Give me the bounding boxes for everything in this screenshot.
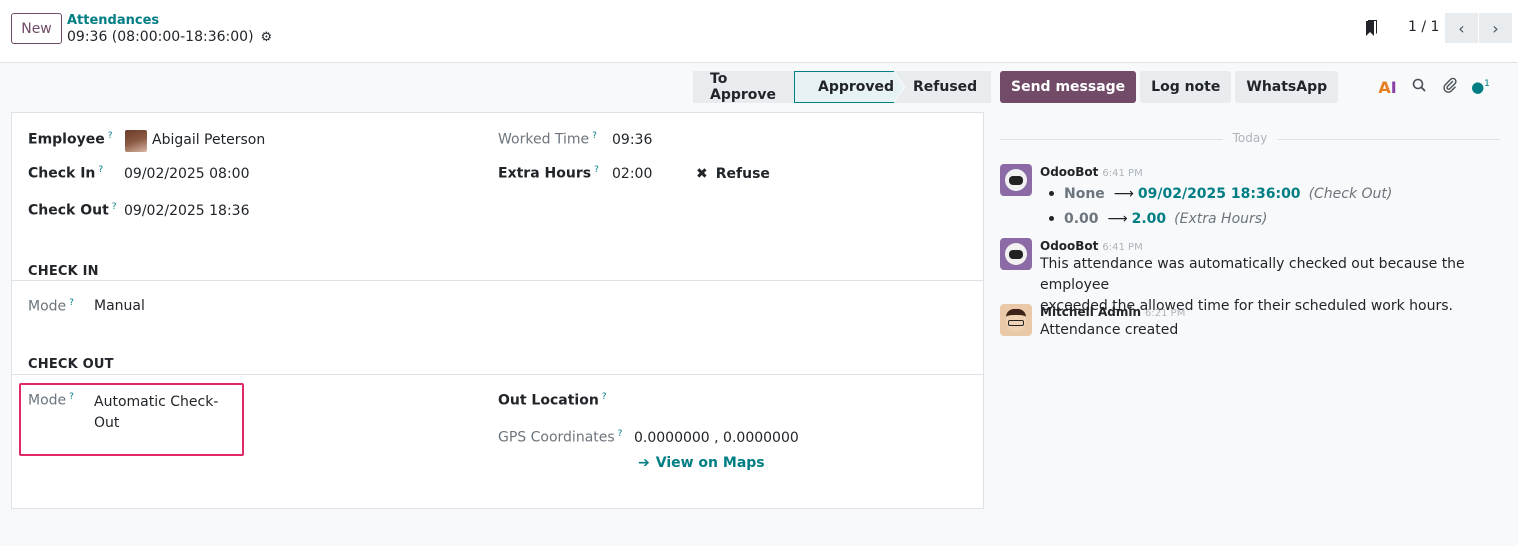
breadcrumb-parent-link[interactable]: Attendances: [67, 13, 159, 28]
send-message-button[interactable]: Send message: [1000, 71, 1137, 103]
gps-coordinates-value: 0.0000000 , 0.0000000: [634, 430, 799, 446]
tracking-line: 0.00 ⟶ 2.00 (Extra Hours): [1040, 207, 1510, 230]
form-sheet: Employee? Abigail Peterson Check In? 09/…: [11, 112, 984, 509]
odoobot-avatar: [1000, 238, 1032, 270]
worked-time-label: Worked Time?: [498, 131, 597, 148]
gps-coordinates-label: GPS Coordinates?: [498, 429, 623, 446]
check-in-mode-value: Manual: [94, 298, 145, 314]
check-out-section-title: CHECK OUT: [28, 357, 114, 372]
arrow-right-icon: ➔: [638, 455, 650, 471]
view-on-maps-label: View on Maps: [655, 455, 765, 471]
message-time: 6:41 PM: [1102, 168, 1143, 179]
ai-icon[interactable]: AI: [1378, 78, 1397, 97]
today-label: Today: [1222, 131, 1278, 145]
extra-hours-label: Extra Hours?: [498, 165, 599, 182]
view-on-maps-link[interactable]: ➔ View on Maps: [638, 455, 765, 471]
control-panel: New Attendances 09:36 (08:00:00-18:36:00…: [0, 0, 1518, 63]
check-in-field[interactable]: 09/02/2025 08:00: [124, 166, 250, 182]
pager-nav: ‹ ›: [1445, 13, 1512, 43]
check-out-mode-label: Mode?: [28, 392, 74, 409]
mitchell-admin-avatar: [1000, 304, 1032, 336]
stage-approved[interactable]: Approved: [794, 71, 905, 103]
pager-value[interactable]: 1 / 1: [1408, 19, 1439, 35]
refuse-label: Refuse: [715, 166, 770, 182]
whatsapp-button[interactable]: WhatsApp: [1235, 71, 1339, 103]
chevron-right-icon[interactable]: ›: [1479, 13, 1512, 43]
new-button[interactable]: New: [11, 13, 62, 44]
message-author: OdooBot: [1040, 239, 1099, 253]
message-author: Mitchell Admin: [1040, 305, 1142, 319]
chatter-topbar-icons: AI ●1: [1378, 77, 1490, 97]
gear-icon[interactable]: ⚙: [261, 30, 273, 45]
statusbar: To Approve Approved Refused: [693, 71, 991, 103]
bookmark-icon[interactable]: [1364, 20, 1378, 38]
stage-refused[interactable]: Refused: [894, 71, 991, 103]
message-time: 6:41 PM: [1102, 242, 1143, 253]
message-item: OdooBot 6:41 PM This attendance was autom…: [1000, 238, 1510, 314]
worked-time-value: 09:36: [612, 132, 653, 148]
employee-field[interactable]: Abigail Peterson: [152, 132, 265, 148]
odoobot-avatar: [1000, 164, 1032, 196]
message-text: Attendance created: [1040, 322, 1179, 338]
check-out-field[interactable]: 09/02/2025 18:36: [124, 203, 250, 219]
check-in-label: Check In?: [28, 165, 104, 182]
stage-label: Refused: [913, 79, 978, 95]
stage-label: Approved: [818, 79, 895, 95]
message-item: OdooBot 6:41 PM None ⟶ 09/02/2025 18:36:0…: [1000, 164, 1510, 230]
check-in-mode-label: Mode?: [28, 298, 74, 315]
paperclip-icon[interactable]: [1440, 77, 1459, 97]
stage-label: To Approve: [710, 71, 777, 103]
message-time: 6:21 PM: [1145, 308, 1186, 319]
date-separator: Today: [1000, 131, 1500, 147]
stage-to-approve[interactable]: To Approve: [693, 71, 794, 103]
check-out-mode-value: Automatic Check- Out: [94, 394, 219, 431]
log-note-button[interactable]: Log note: [1140, 71, 1232, 103]
check-in-section-title: CHECK IN: [28, 264, 99, 279]
divider: [12, 280, 983, 281]
chatter-actions: Send message Log note WhatsApp: [1000, 71, 1339, 103]
employee-label: Employee?: [28, 131, 113, 148]
tracking-line: None ⟶ 09/02/2025 18:36:00 (Check Out): [1040, 182, 1510, 205]
breadcrumb-current: 09:36 (08:00:00-18:36:00) ⚙: [67, 29, 272, 45]
message-item: Mitchell Admin 6:21 PM Attendance created: [1000, 304, 1510, 340]
message-author: OdooBot: [1040, 165, 1099, 179]
check-out-label: Check Out?: [28, 202, 117, 219]
followers-count: 1: [1484, 79, 1490, 89]
chevron-left-icon[interactable]: ‹: [1445, 13, 1478, 43]
close-icon: ✖: [696, 166, 708, 182]
extra-hours-value: 02:00: [612, 166, 653, 182]
employee-avatar: [125, 130, 147, 152]
refuse-button[interactable]: ✖ Refuse: [696, 166, 770, 182]
out-location-label: Out Location?: [498, 392, 607, 409]
divider: [12, 374, 983, 375]
search-icon[interactable]: [1409, 78, 1428, 96]
record-title: 09:36 (08:00:00-18:36:00): [67, 29, 254, 45]
user-icon[interactable]: ●1: [1471, 78, 1490, 96]
